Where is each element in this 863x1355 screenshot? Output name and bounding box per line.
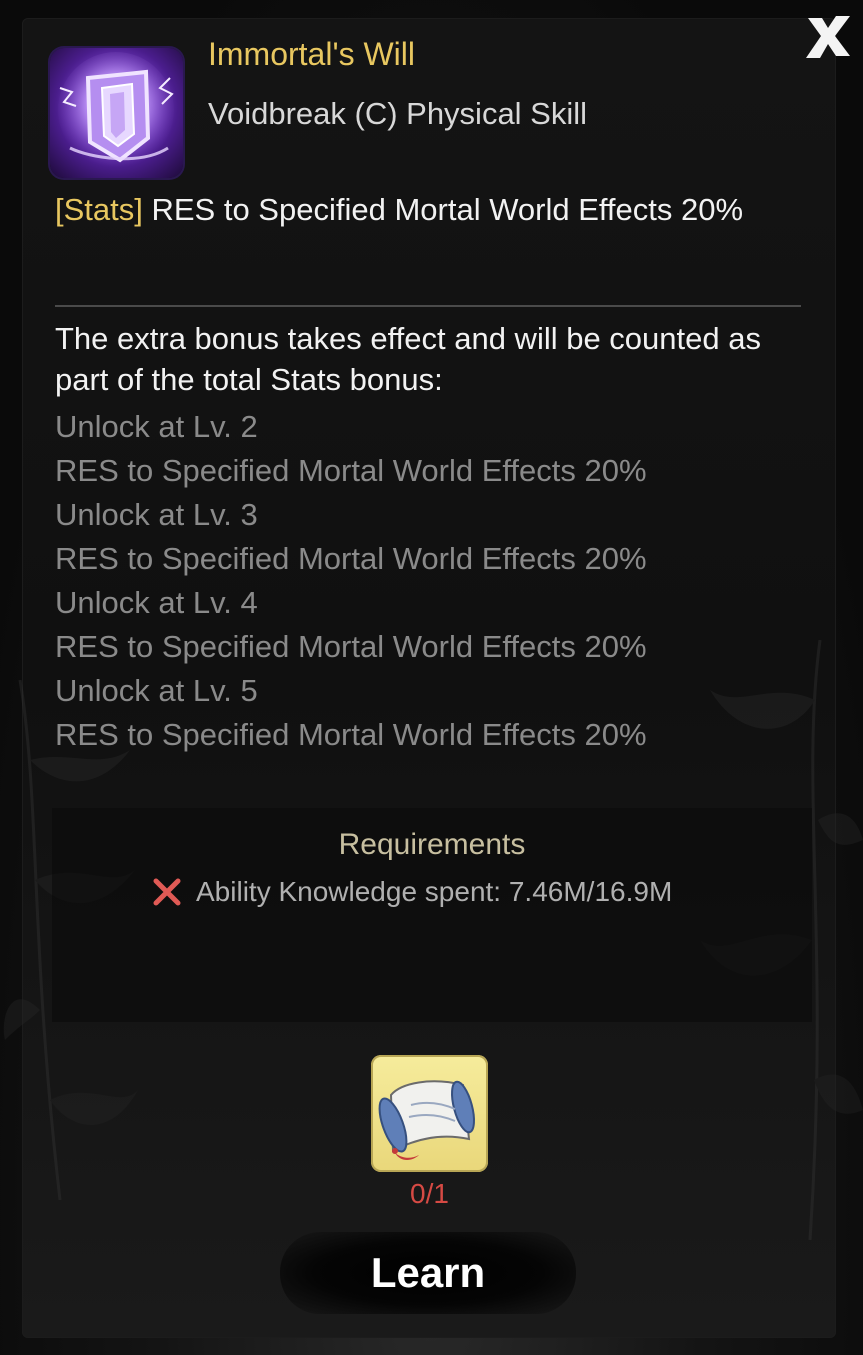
stats-line: [Stats] RES to Specified Mortal World Ef… xyxy=(55,190,815,230)
close-button[interactable] xyxy=(800,8,856,64)
divider xyxy=(55,305,801,307)
requirement-item: Ability Knowledge spent: 7.46M/16.9M xyxy=(152,876,752,908)
unlock-effect: RES to Specified Mortal World Effects 20… xyxy=(55,453,647,488)
unlock-effect: RES to Specified Mortal World Effects 20… xyxy=(55,629,647,664)
unlock-level: Unlock at Lv. 4 xyxy=(55,585,258,620)
requirements-box: Requirements Ability Knowledge spent: 7.… xyxy=(52,808,812,1022)
requirements-title: Requirements xyxy=(338,828,526,861)
cost-item-count: 0/1 xyxy=(410,1178,449,1209)
stats-tag: [Stats] xyxy=(55,192,143,227)
learn-button-label: Learn xyxy=(370,1249,486,1296)
close-icon xyxy=(806,16,850,58)
skill-name: Immortal's Will xyxy=(208,36,415,72)
learn-button[interactable]: Learn xyxy=(280,1232,576,1314)
skill-type: Voidbreak (C) Physical Skill xyxy=(208,96,588,131)
unlock-list: Unlock at Lv. 2 RES to Specified Mortal … xyxy=(55,405,815,757)
bonus-intro: The extra bonus takes effect and will be… xyxy=(55,321,761,397)
unlock-level: Unlock at Lv. 5 xyxy=(55,673,258,708)
unlock-effect: RES to Specified Mortal World Effects 20… xyxy=(55,541,647,576)
scroll-icon xyxy=(378,1080,475,1160)
cost-item-slot[interactable] xyxy=(371,1055,488,1172)
unmet-x-icon xyxy=(153,878,181,906)
unlock-level: Unlock at Lv. 2 xyxy=(55,409,258,444)
shield-icon xyxy=(58,52,174,168)
stats-text: RES to Specified Mortal World Effects 20… xyxy=(142,192,744,227)
skill-detail-panel: Immortal's Will Voidbreak (C) Physical S… xyxy=(0,0,863,1355)
unlock-effect: RES to Specified Mortal World Effects 20… xyxy=(55,717,647,752)
skill-icon xyxy=(50,48,183,178)
requirement-text: Ability Knowledge spent: 7.46M/16.9M xyxy=(196,876,673,907)
unlock-level: Unlock at Lv. 3 xyxy=(55,497,258,532)
